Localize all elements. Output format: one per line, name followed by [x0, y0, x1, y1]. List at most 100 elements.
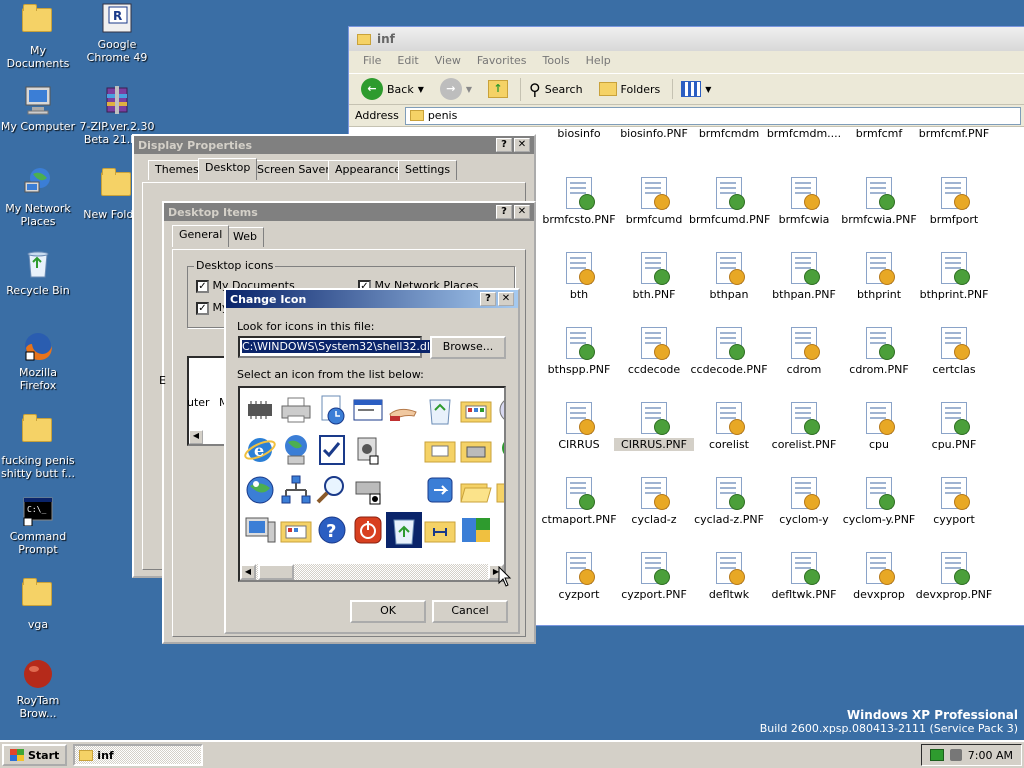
file-item[interactable]: brmfcsto.PNF — [539, 177, 619, 226]
recycle-bin-empty-icon[interactable] — [422, 392, 458, 428]
run-app-icon[interactable] — [422, 472, 458, 508]
scroll-left-button[interactable]: ◀ — [240, 564, 256, 580]
file-item[interactable]: cyclom-y — [764, 477, 844, 526]
menu-help[interactable]: Help — [586, 54, 611, 70]
file-item[interactable]: brmfcmf.PNF — [914, 127, 994, 140]
search-globe-icon[interactable] — [494, 392, 504, 428]
search-button[interactable]: ⚲ Search — [520, 77, 587, 101]
scroll-left-button[interactable]: ◀ — [189, 430, 203, 444]
file-item[interactable]: devxprop.PNF — [914, 552, 994, 601]
file-item[interactable]: defltwk — [689, 552, 769, 601]
browse-button[interactable]: Browse... — [430, 336, 506, 359]
back-button[interactable]: ← Back ▼ — [357, 76, 428, 102]
file-item[interactable]: certclas — [914, 327, 994, 376]
help-button[interactable]: ? — [496, 138, 512, 152]
icon-grid-scrollbar[interactable]: ◀ ▶ — [240, 564, 504, 580]
file-item[interactable]: corelist — [689, 402, 769, 451]
desktop-icon-my-network-places[interactable]: My Network Places — [0, 166, 76, 228]
folder-lines-icon[interactable] — [422, 432, 458, 468]
taskbar-item-inf[interactable]: inf — [73, 744, 204, 766]
shared-hand-icon[interactable] — [386, 392, 422, 428]
network-folder-icon[interactable] — [422, 512, 458, 548]
file-item[interactable]: brmfcumd.PNF — [689, 177, 770, 226]
explorer-titlebar[interactable]: inf — [349, 27, 1024, 51]
desktop-icon-my-documents[interactable]: My Documents — [0, 2, 76, 70]
desktop-icon-vga[interactable]: vga — [0, 576, 76, 631]
address-input[interactable]: penis — [404, 106, 1021, 125]
desktop-icon-folder-fp[interactable]: fucking penis shitty butt f... — [0, 412, 76, 480]
desktop-blocks-icon[interactable] — [458, 512, 494, 548]
file-item[interactable]: cyzport.PNF — [614, 552, 694, 601]
desktop-icon-google-chrome[interactable]: R Google Chrome 49 — [79, 2, 155, 64]
file-item[interactable]: brmfcmdm — [689, 127, 769, 140]
file-item[interactable]: cyzport — [539, 552, 619, 601]
menu-tools[interactable]: Tools — [543, 54, 570, 70]
desktop-icon-mozilla-firefox[interactable]: Mozilla Firefox — [0, 330, 76, 392]
file-item[interactable]: cdrom — [764, 327, 844, 376]
window-app-icon[interactable] — [350, 392, 386, 428]
file-item[interactable]: bthpan.PNF — [764, 252, 844, 301]
menu-edit[interactable]: Edit — [397, 54, 418, 70]
network-computers-icon[interactable] — [278, 472, 314, 508]
close-button[interactable]: ✕ — [498, 292, 514, 306]
file-item[interactable]: defltwk.PNF — [764, 552, 844, 601]
file-item[interactable]: cpu.PNF — [914, 402, 994, 451]
menu-file[interactable]: File — [363, 54, 381, 70]
monitor-computer-icon[interactable] — [242, 512, 278, 548]
internet-explorer-icon[interactable]: e — [242, 432, 278, 468]
close-button[interactable]: ✕ — [514, 138, 530, 152]
file-item-selected[interactable]: CIRRUS.PNF — [614, 402, 694, 451]
cancel-button[interactable]: Cancel — [432, 600, 508, 623]
media-shortcut-icon[interactable] — [350, 432, 386, 468]
file-item[interactable]: bthprint — [839, 252, 919, 301]
drive-folder-icon[interactable] — [458, 432, 494, 468]
file-item[interactable]: bth — [539, 252, 619, 301]
tab-screen-saver[interactable]: Screen Saver — [250, 160, 337, 180]
file-item[interactable]: devxprop — [839, 552, 919, 601]
file-item[interactable]: corelist.PNF — [764, 402, 844, 451]
ok-button[interactable]: OK — [350, 600, 426, 623]
recycle-bin-full-icon-selected[interactable] — [386, 512, 422, 548]
scroll-thumb[interactable] — [258, 564, 294, 580]
folders-button[interactable]: Folders — [595, 80, 665, 98]
icon-grid[interactable]: e ? ◀ ▶ — [238, 386, 506, 582]
network-globe-computer-icon[interactable] — [278, 432, 314, 468]
display-properties-titlebar[interactable]: Display Properties ? ✕ — [134, 136, 534, 154]
chip-icon[interactable] — [242, 392, 278, 428]
file-item[interactable]: brmfport — [914, 177, 994, 226]
network-tray-icon[interactable] — [929, 749, 944, 761]
scheduled-doc-icon[interactable] — [314, 392, 350, 428]
partial-icon[interactable] — [494, 512, 504, 548]
green-leaf-icon[interactable] — [494, 432, 504, 468]
tab-settings[interactable]: Settings — [398, 160, 458, 180]
open-folder-icon[interactable] — [458, 472, 494, 508]
file-item[interactable]: brmfcumd — [614, 177, 694, 226]
file-item[interactable]: ctmaport.PNF — [539, 477, 619, 526]
tab-general[interactable]: General — [172, 225, 230, 247]
file-item[interactable]: cyclad-z.PNF — [689, 477, 769, 526]
up-folder-button[interactable]: ↑ — [484, 78, 512, 100]
file-path-input[interactable]: C:\WINDOWS\System32\shell32.dll — [238, 336, 434, 358]
file-item[interactable]: biosinfo — [539, 127, 619, 140]
file-item[interactable]: cyclom-y.PNF — [839, 477, 919, 526]
checklist-icon[interactable] — [314, 432, 350, 468]
file-item[interactable]: cpu — [839, 402, 919, 451]
file-item[interactable]: cyyport — [914, 477, 994, 526]
tab-desktop[interactable]: Desktop — [198, 158, 258, 180]
file-item[interactable]: cdrom.PNF — [839, 327, 919, 376]
desktop-items-titlebar[interactable]: Desktop Items ? ✕ — [164, 203, 534, 221]
tab-web[interactable]: Web — [226, 227, 264, 247]
control-panel-folder-icon[interactable] — [458, 392, 494, 428]
file-item[interactable]: brmfcmf — [839, 127, 919, 140]
desktop-icon-recycle-bin[interactable]: Recycle Bin — [0, 248, 76, 297]
close-button[interactable]: ✕ — [514, 205, 530, 219]
help-button[interactable]: ? — [480, 292, 496, 306]
change-icon-titlebar[interactable]: Change Icon ? ✕ — [226, 290, 518, 308]
printer-icon[interactable] — [278, 392, 314, 428]
start-button[interactable]: Start — [2, 744, 68, 766]
clock[interactable]: 7:00 AM — [968, 749, 1013, 762]
file-item[interactable]: biosinfo.PNF — [614, 127, 694, 140]
file-item[interactable]: brmfcwia — [764, 177, 844, 226]
desktop-icon-roytam-browser[interactable]: RoyTam Brow... — [0, 658, 76, 720]
magnifier-search-icon[interactable] — [314, 472, 350, 508]
